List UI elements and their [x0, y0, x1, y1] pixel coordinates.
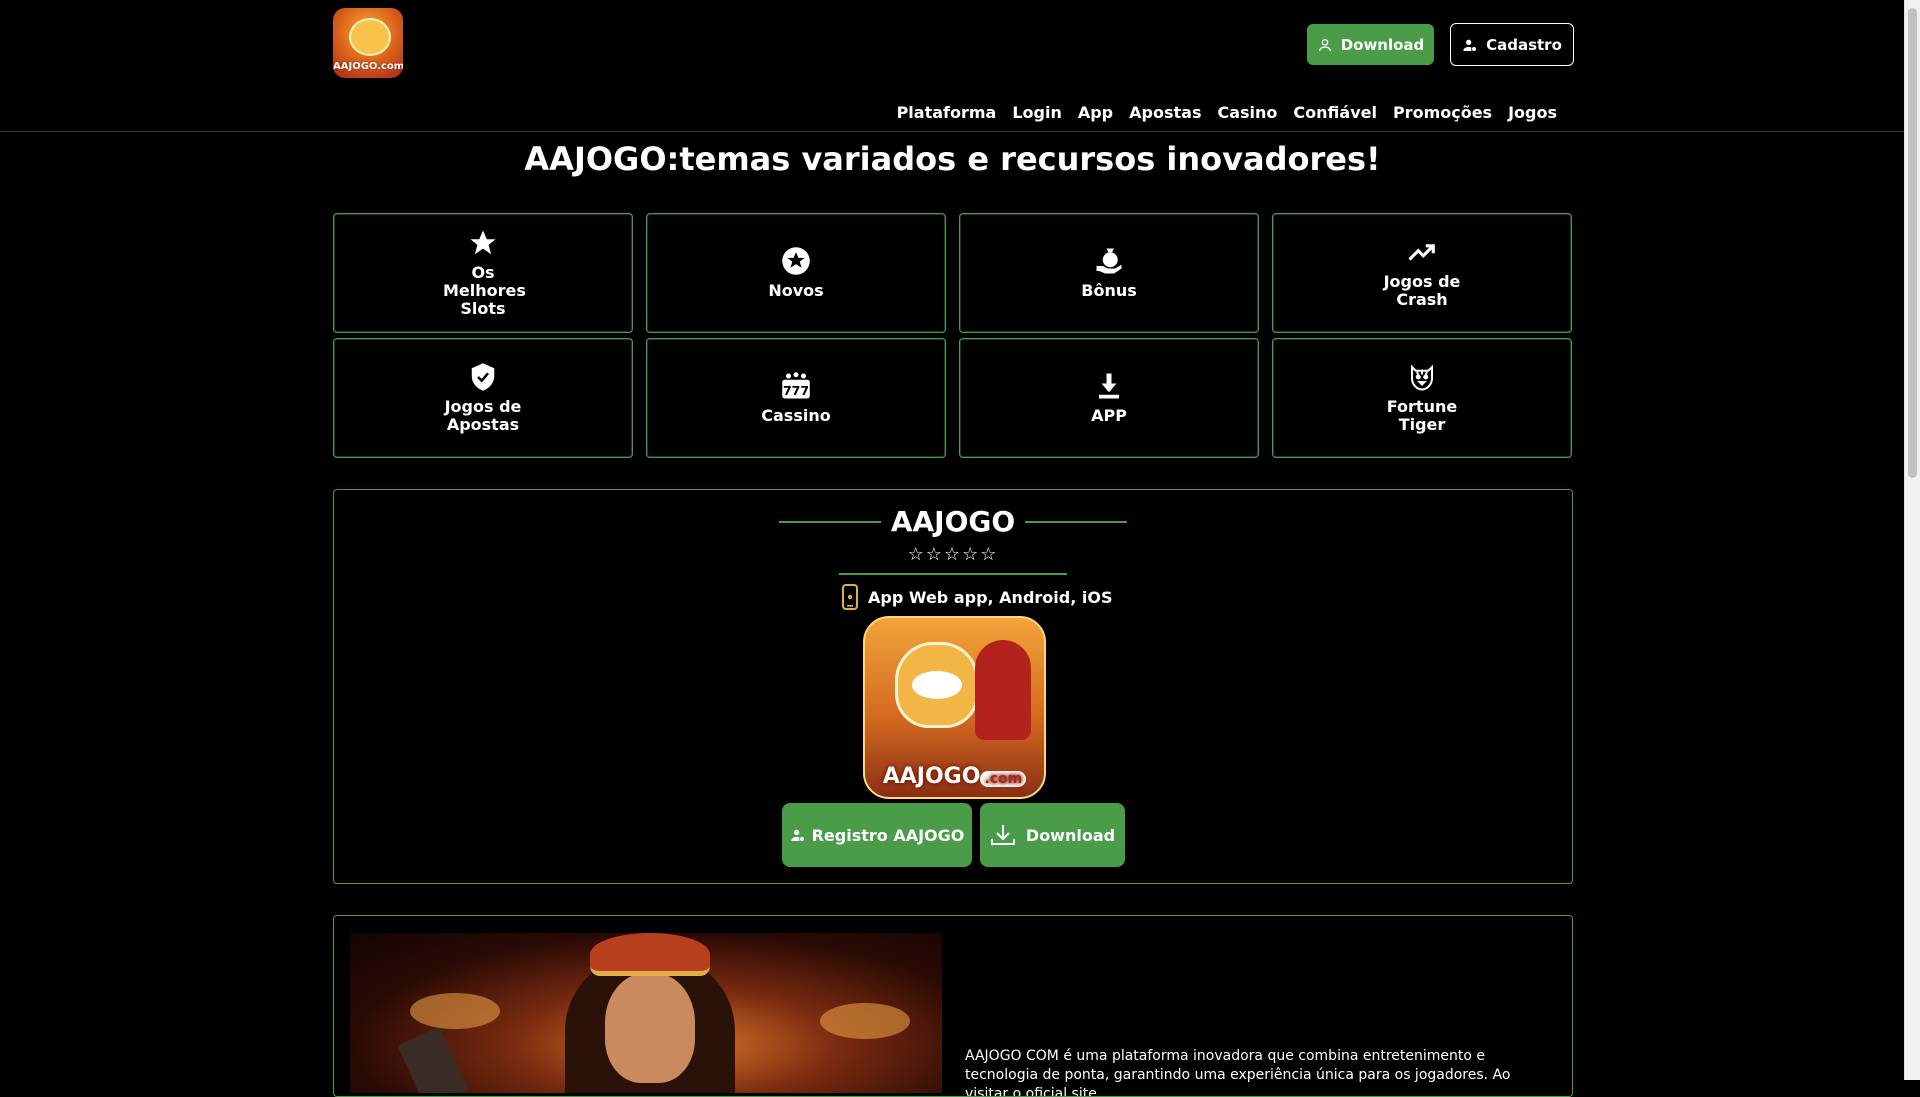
hero-image: [350, 933, 942, 1093]
tile-jogos-de-apostas[interactable]: Jogos de Apostas: [333, 338, 633, 458]
svg-text:777: 777: [783, 383, 809, 398]
main-nav: Plataforma Login App Apostas Casino Conf…: [897, 103, 1557, 122]
category-grid: Os Melhores Slots Novos Bônus Jogos de C…: [333, 213, 1573, 458]
download-app-button-label: Download: [1025, 825, 1116, 845]
registro-button-label: Registro AAJOGO: [811, 825, 965, 845]
rating-stars: ☆☆☆☆☆: [907, 544, 999, 565]
logo-tiger-icon: [349, 18, 391, 56]
nav-item-app[interactable]: App: [1078, 103, 1113, 122]
logo-text: AAJOGO.com: [333, 61, 403, 72]
download-icon: [1099, 373, 1119, 399]
tile-label: Novos: [768, 281, 824, 300]
nav-item-jogos[interactable]: Jogos: [1508, 103, 1557, 122]
app-card-title-row: AAJOGO: [334, 505, 1572, 538]
tile-fortune-tiger[interactable]: Fortune Tiger: [1272, 338, 1572, 458]
tiger-mascot-icon: [895, 642, 979, 728]
cadastro-button-label: Cadastro: [1486, 35, 1562, 54]
tile-melhores-slots[interactable]: Os Melhores Slots: [333, 213, 633, 333]
page-scrollbar[interactable]: [1904, 0, 1920, 1080]
site-header: AAJOGO.com Download Cadastro Plataforma …: [0, 0, 1905, 132]
tile-label: Jogos de Apostas: [444, 397, 522, 434]
app-icon-image: AAJOGO .com: [863, 616, 1046, 799]
tile-label: Bônus: [1081, 281, 1137, 300]
download-icon: [990, 825, 1015, 845]
lamp-glow: [410, 993, 500, 1029]
app-image-brand-suffix: .com: [980, 771, 1027, 787]
nav-item-promocoes[interactable]: Promoções: [1393, 103, 1492, 122]
nav-item-login[interactable]: Login: [1012, 103, 1062, 122]
user-add-icon: [790, 829, 804, 841]
divider: [839, 573, 1067, 575]
shield-check-icon: [471, 363, 495, 391]
page-title: AAJOGO:temas variados e recursos inovado…: [524, 140, 1381, 178]
scrollbar-thumb[interactable]: [1908, 8, 1917, 478]
lamp-glow: [820, 1003, 910, 1039]
tile-jogos-de-crash[interactable]: Jogos de Crash: [1272, 213, 1572, 333]
tile-label: APP: [1091, 406, 1127, 425]
user-add-icon: [1463, 39, 1477, 51]
tile-bonus[interactable]: Bônus: [959, 213, 1259, 333]
app-image-brand: AAJOGO .com: [865, 764, 1044, 789]
divider: [1025, 520, 1128, 523]
tile-label: Jogos de Crash: [1383, 272, 1461, 309]
download-app-button[interactable]: Download: [980, 803, 1125, 867]
nav-item-casino[interactable]: Casino: [1217, 103, 1277, 122]
nav-item-apostas[interactable]: Apostas: [1129, 103, 1201, 122]
registro-button[interactable]: Registro AAJOGO: [782, 803, 972, 867]
platforms-row: App Web app, Android, iOS: [840, 584, 1112, 610]
app-card: AAJOGO ☆☆☆☆☆ App Web app, Android, iOS A…: [333, 489, 1573, 884]
star-circle-icon: [782, 247, 810, 275]
cadastro-button[interactable]: Cadastro: [1450, 23, 1574, 66]
tile-cassino[interactable]: 777 Cassino: [646, 338, 946, 458]
headdress: [590, 933, 710, 976]
tile-label: Os Melhores Slots: [443, 263, 526, 318]
app-card-title: AAJOGO: [890, 505, 1016, 538]
slot-777-icon: 777: [782, 372, 810, 399]
woman-face: [605, 973, 695, 1083]
trending-up-icon: [1408, 244, 1435, 261]
tile-label: Cassino: [761, 406, 831, 425]
nav-item-confiavel[interactable]: Confiável: [1293, 103, 1377, 122]
tile-label: Fortune Tiger: [1386, 397, 1458, 434]
tiger-icon: [1411, 364, 1433, 391]
playing-card: [397, 1026, 469, 1093]
intro-section: AAJOGO COM é uma plataforma inovadora qu…: [333, 915, 1573, 1097]
user-icon: [1318, 38, 1331, 51]
site-logo[interactable]: AAJOGO.com: [333, 8, 403, 78]
star-icon: [470, 230, 496, 255]
platforms-text: App Web app, Android, iOS: [868, 587, 1113, 607]
mobile-phone-icon: [842, 584, 858, 610]
intro-paragraph: AAJOGO COM é uma plataforma inovadora qu…: [965, 1048, 1511, 1097]
nav-item-plataforma[interactable]: Plataforma: [897, 103, 997, 122]
divider: [778, 520, 881, 523]
money-bag-hand-icon: [1096, 248, 1122, 274]
tile-novos[interactable]: Novos: [646, 213, 946, 333]
app-image-brand-text: AAJOGO: [882, 764, 981, 789]
download-button-label: Download: [1340, 35, 1425, 54]
download-button[interactable]: Download: [1307, 24, 1434, 65]
character-figure: [975, 640, 1031, 740]
tile-app[interactable]: APP: [959, 338, 1259, 458]
